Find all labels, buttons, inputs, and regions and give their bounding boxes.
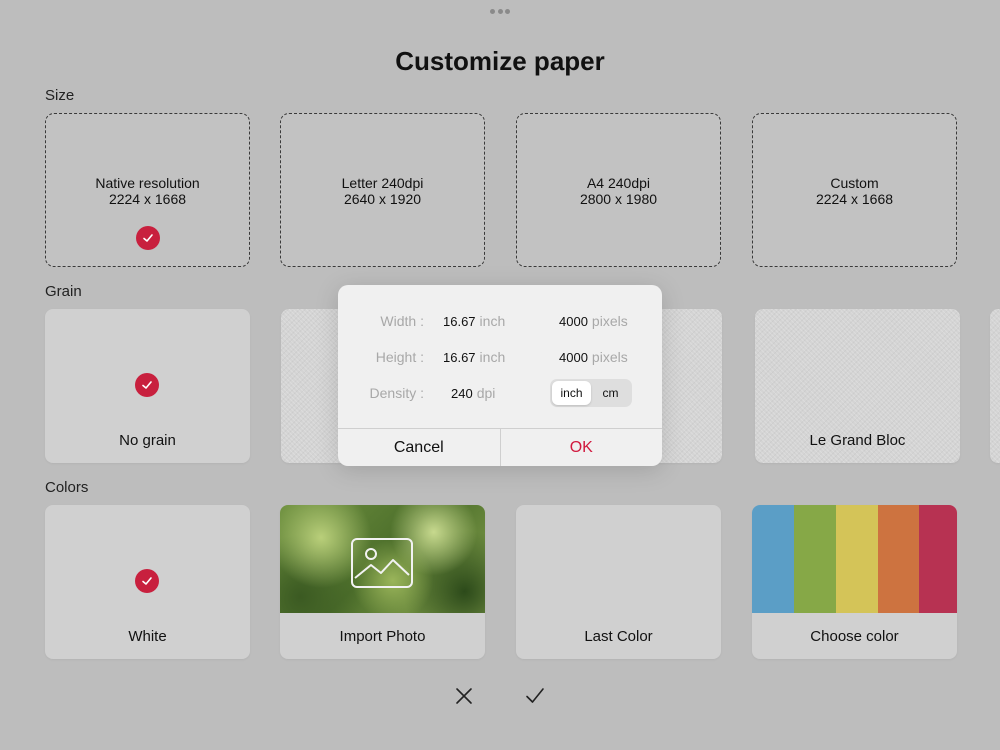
density-input[interactable]: 240 dpi xyxy=(451,385,495,401)
size-dims: 2224 x 1668 xyxy=(108,191,187,207)
section-label-grain: Grain xyxy=(45,283,82,300)
swatch-green xyxy=(793,505,836,613)
density-unit: dpi xyxy=(476,385,496,401)
grain-option-le-grand-bloc[interactable]: Le Grand Bloc xyxy=(755,309,960,463)
grain-option-next[interactable] xyxy=(990,309,1000,463)
height-pixels-input[interactable]: 4000 pixels xyxy=(559,349,628,365)
grain-label: No grain xyxy=(119,432,176,449)
swatch-red xyxy=(919,505,957,613)
width-row: Width : 16.67 inch 4000 pixels xyxy=(338,313,662,333)
color-label: Last Color xyxy=(584,628,653,645)
height-label: Height : xyxy=(375,349,424,365)
size-name: Custom xyxy=(830,175,879,191)
width-label: Width : xyxy=(380,313,424,329)
swatch-blue xyxy=(752,505,794,613)
color-option-import-photo[interactable]: Import Photo xyxy=(280,505,485,659)
size-option-a4[interactable]: A4 240dpi 2800 x 1980 xyxy=(516,113,721,267)
size-option-letter[interactable]: Letter 240dpi 2640 x 1920 xyxy=(280,113,485,267)
width-unit: inch xyxy=(479,313,506,329)
swatch-yellow xyxy=(835,505,878,613)
color-label: White xyxy=(128,628,167,645)
size-name: Native resolution xyxy=(95,175,200,191)
grain-label: Le Grand Bloc xyxy=(809,432,906,449)
unit-option-inch[interactable]: inch xyxy=(552,381,591,405)
pixels-unit: pixels xyxy=(591,349,628,365)
width-pixels-input[interactable]: 4000 pixels xyxy=(559,313,628,329)
color-option-last-color[interactable]: Last Color xyxy=(516,505,721,659)
size-option-custom[interactable]: Custom 2224 x 1668 xyxy=(752,113,957,267)
custom-size-dialog: Width : 16.67 inch 4000 pixels Height : 16… xyxy=(338,285,662,466)
height-row: Height : 16.67 inch 4000 pixels xyxy=(338,349,662,369)
size-dims: 2640 x 1920 xyxy=(343,191,422,207)
selected-check-icon xyxy=(135,373,159,397)
height-unit: inch xyxy=(479,349,506,365)
color-label: Import Photo xyxy=(339,628,426,645)
unit-segmented-control: inch cm xyxy=(550,379,632,407)
close-icon[interactable] xyxy=(452,684,476,708)
pixels-unit: pixels xyxy=(591,313,628,329)
dialog-cancel-button[interactable]: Cancel xyxy=(338,429,501,466)
size-name: Letter 240dpi xyxy=(341,175,424,191)
photo-preview xyxy=(280,505,485,613)
selected-check-icon xyxy=(135,569,159,593)
density-label: Density : xyxy=(369,385,424,401)
dialog-ok-button[interactable]: OK xyxy=(501,429,663,466)
swatch-orange xyxy=(877,505,920,613)
drag-handle[interactable] xyxy=(490,9,510,15)
unit-option-cm[interactable]: cm xyxy=(591,381,630,405)
section-label-size: Size xyxy=(45,87,75,104)
section-label-colors: Colors xyxy=(45,479,89,496)
size-name: A4 240dpi xyxy=(586,175,651,191)
size-option-native[interactable]: Native resolution 2224 x 1668 xyxy=(45,113,250,267)
image-icon xyxy=(351,538,413,588)
page-title: Customize paper xyxy=(395,46,605,76)
size-dims: 2224 x 1668 xyxy=(815,191,894,207)
width-input[interactable]: 16.67 inch xyxy=(443,313,505,329)
color-label: Choose color xyxy=(810,628,899,645)
height-input[interactable]: 16.67 inch xyxy=(443,349,505,365)
grain-option-none[interactable]: No grain xyxy=(45,309,250,463)
checkmark-icon[interactable] xyxy=(523,684,547,708)
color-option-white[interactable]: White xyxy=(45,505,250,659)
color-swatches xyxy=(752,505,957,613)
color-option-choose-color[interactable]: Choose color xyxy=(752,505,957,659)
size-dims: 2800 x 1980 xyxy=(579,191,658,207)
selected-check-icon xyxy=(136,226,160,250)
